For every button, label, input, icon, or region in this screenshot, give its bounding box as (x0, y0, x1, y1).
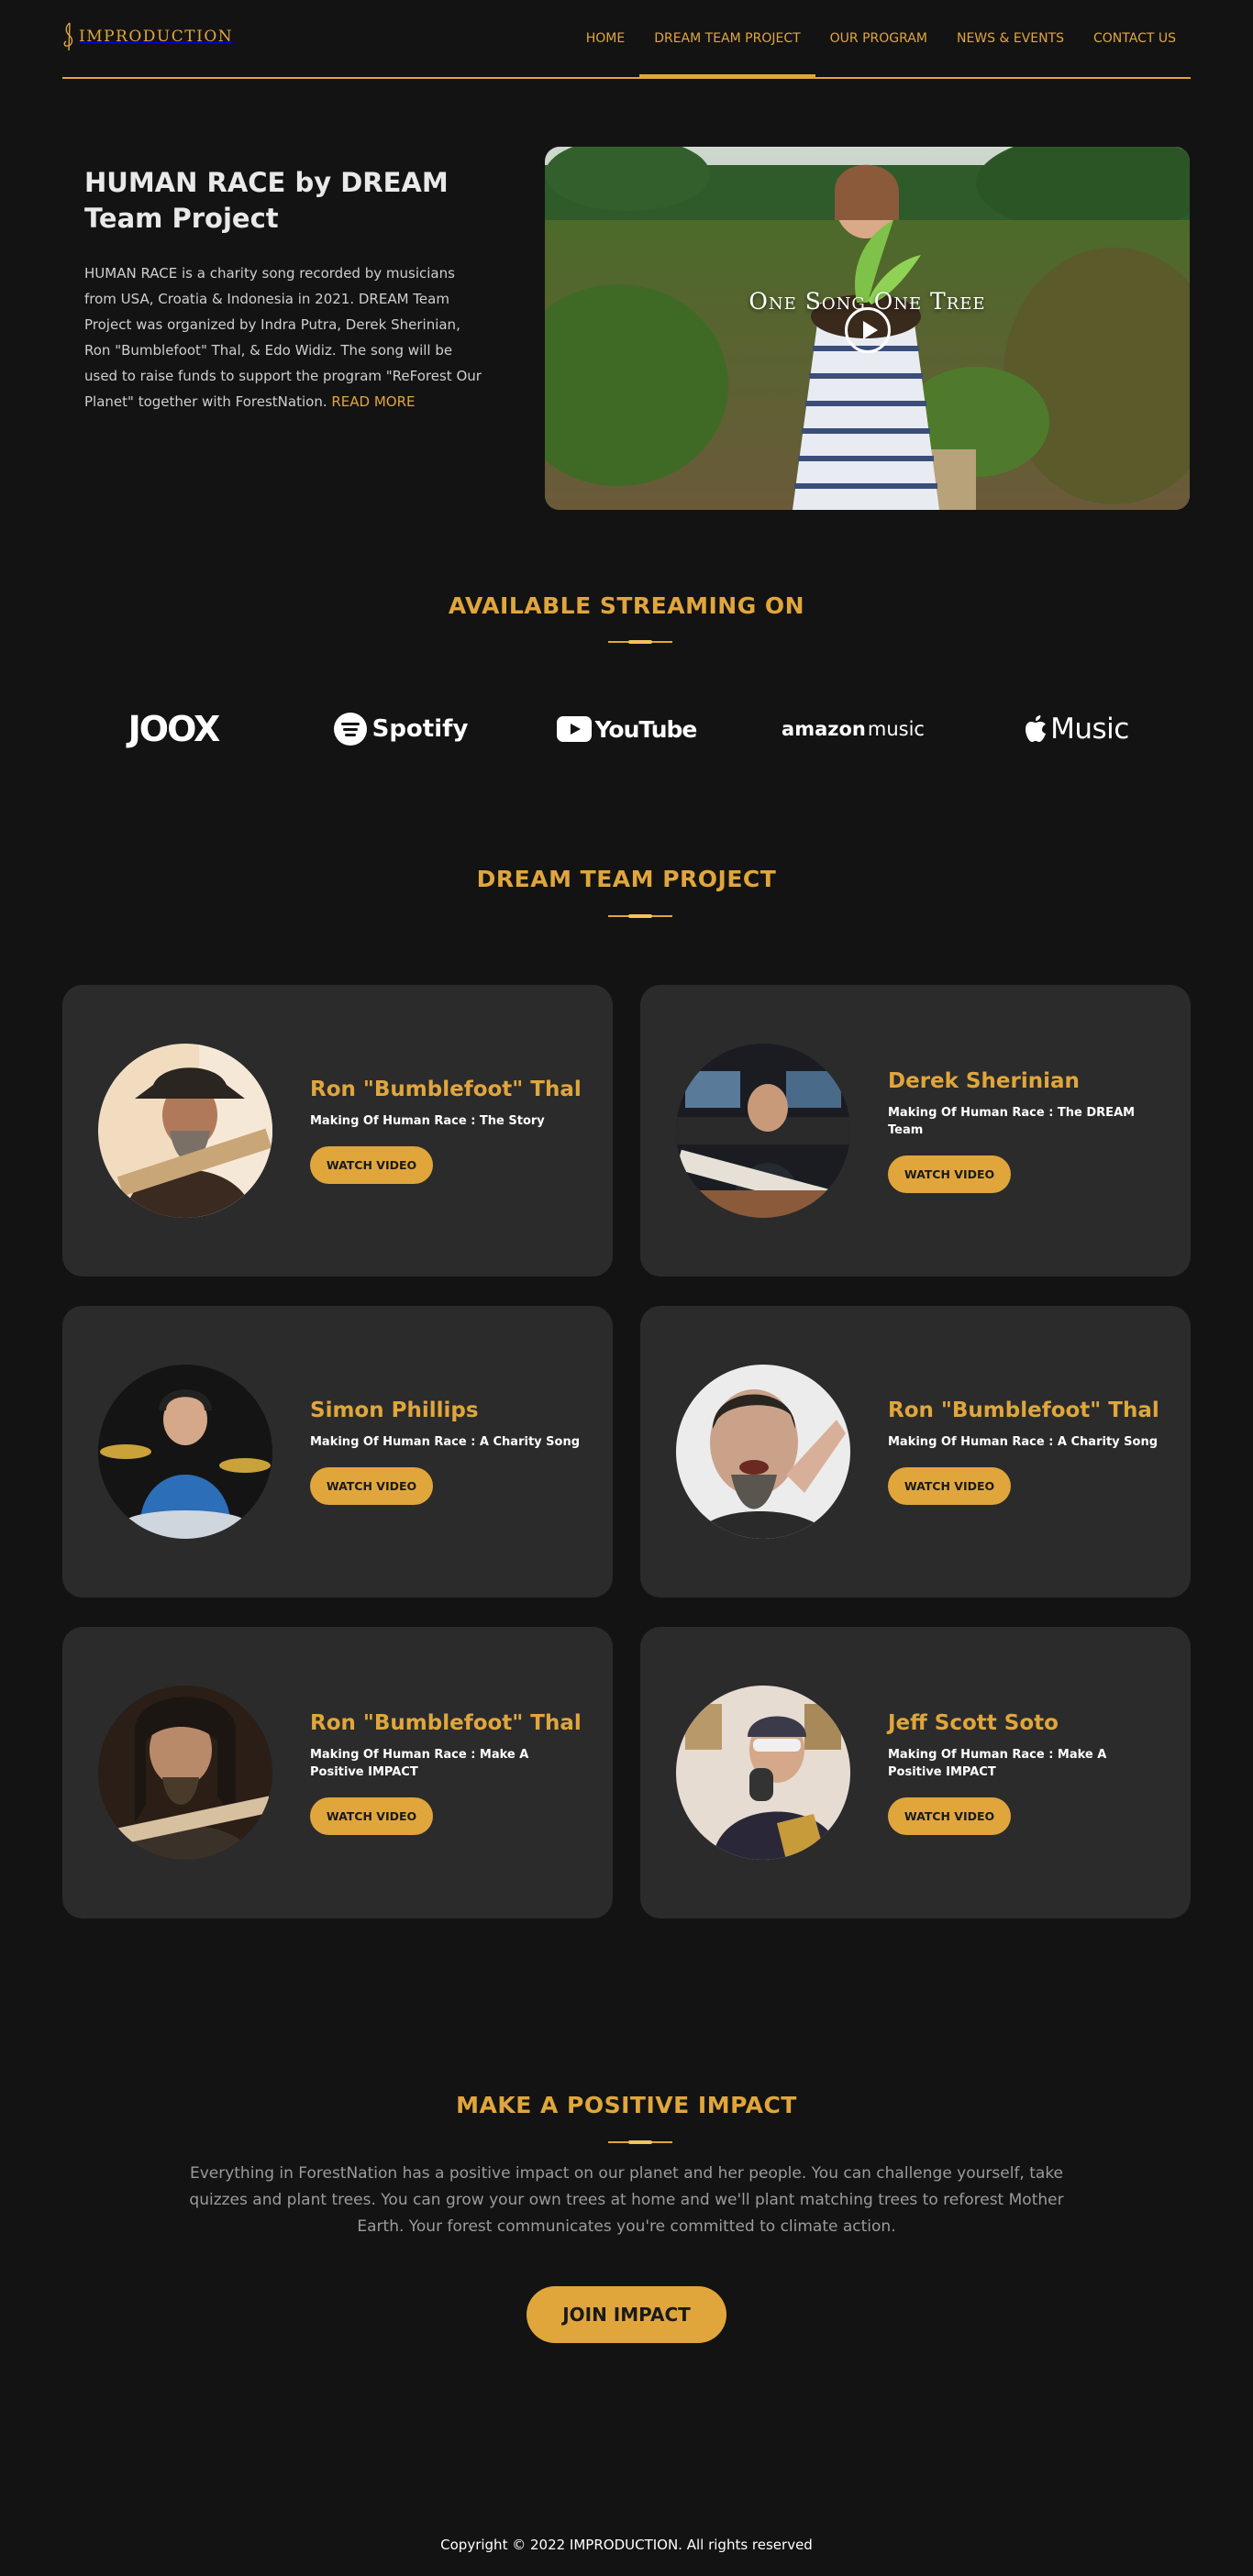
hero-description-text: HUMAN RACE is a charity song recorded by… (84, 265, 482, 410)
read-more-link[interactable]: READ MORE (331, 393, 415, 410)
spotify-logo[interactable]: Spotify (333, 706, 468, 752)
nav-item-home[interactable]: HOME (571, 0, 639, 77)
streaming-section-title: AVAILABLE STREAMING ON (448, 592, 805, 619)
card-name: Ron "Bumblefoot" Thal (310, 1078, 582, 1101)
card-name: Ron "Bumblefoot" Thal (888, 1399, 1159, 1422)
watch-video-button[interactable]: WATCH VIDEO (310, 1797, 433, 1835)
spotify-wordmark: Spotify (371, 715, 469, 743)
avatar (98, 1044, 272, 1218)
spotify-icon (333, 713, 367, 746)
logo-text: IMPRODUCTION (79, 28, 234, 46)
card-content: Derek Sherinian Making Of Human Race : T… (888, 985, 1163, 1277)
card-content: Ron "Bumblefoot" Thal Making Of Human Ra… (888, 1306, 1163, 1598)
youtube-logo[interactable]: YouTube (556, 706, 697, 752)
musician-photo (676, 1365, 850, 1539)
musician-photo (98, 1365, 272, 1539)
team-card: Ron "Bumblefoot" Thal Making Of Human Ra… (62, 985, 613, 1277)
play-circle-icon[interactable] (845, 307, 891, 353)
musician-photo (676, 1686, 850, 1860)
youtube-play-icon (556, 716, 592, 742)
treble-clef-icon (63, 22, 73, 51)
hero-title: HUMAN RACE by DREAM Team Project (84, 167, 449, 234)
youtube-wordmark: YouTube (594, 715, 698, 743)
impact-section-title: MAKE A POSITIVE IMPACT (456, 2092, 797, 2118)
musician-photo (676, 1044, 850, 1218)
joox-logo[interactable]: JOOX (123, 706, 224, 752)
card-subtitle: Making Of Human Race : Make A Positive I… (888, 1747, 1107, 1779)
avatar (98, 1365, 272, 1539)
site-logo[interactable]: IMPRODUCTION (62, 20, 233, 53)
apple-music-logo[interactable]: Music (1020, 706, 1134, 752)
card-content: Ron "Bumblefoot" Thal Making Of Human Ra… (310, 985, 585, 1277)
watch-video-button[interactable]: WATCH VIDEO (310, 1146, 433, 1184)
card-content: Ron "Bumblefoot" Thal Making Of Human Ra… (310, 1627, 585, 1918)
team-card: Derek Sherinian Making Of Human Race : T… (640, 985, 1191, 1277)
card-name: Derek Sherinian (888, 1068, 1080, 1093)
impact-description: Everything in ForestNation has a positiv… (189, 2164, 1064, 2236)
nav-menu: HOME DREAM TEAM PROJECT OUR PROGRAM NEWS… (571, 0, 1191, 77)
watch-video-button[interactable]: WATCH VIDEO (888, 1155, 1011, 1193)
nav-item-our-program[interactable]: OUR PROGRAM (815, 0, 942, 77)
musician-photo (98, 1686, 272, 1860)
dream-team-section-title: DREAM TEAM PROJECT (476, 866, 777, 892)
watch-video-button[interactable]: WATCH VIDEO (888, 1797, 1011, 1835)
nav-item-news-events[interactable]: NEWS & EVENTS (942, 0, 1079, 77)
amazon-music-logo[interactable]: amazon music (782, 706, 925, 752)
footer-copyright: Copyright © 2022 IMPRODUCTION. All right… (440, 2537, 813, 2553)
card-subtitle: Making Of Human Race : The DREAM Team (888, 1105, 1136, 1137)
watch-video-button[interactable]: WATCH VIDEO (310, 1467, 433, 1505)
watch-video-button[interactable]: WATCH VIDEO (888, 1467, 1011, 1505)
team-card: Simon Phillips Making Of Human Race : A … (62, 1306, 613, 1598)
amazon-wordmark: amazon (782, 718, 866, 740)
avatar (676, 1686, 850, 1860)
musician-photo (98, 1044, 272, 1218)
card-content: Simon Phillips Making Of Human Race : A … (310, 1306, 585, 1598)
team-card: Jeff Scott Soto Making Of Human Race : M… (640, 1627, 1191, 1918)
card-subtitle: Making Of Human Race : A Charity Song (310, 1435, 581, 1449)
card-name: Ron "Bumblefoot" Thal (310, 1710, 582, 1735)
join-impact-button[interactable]: JOIN IMPACT (527, 2286, 726, 2343)
card-name: Jeff Scott Soto (888, 1710, 1059, 1735)
card-name: Simon Phillips (310, 1399, 479, 1422)
section-divider (608, 640, 672, 644)
nav-item-dream-team-project[interactable]: DREAM TEAM PROJECT (639, 0, 816, 77)
section-divider (608, 2140, 672, 2144)
section-divider (608, 914, 672, 918)
music-wordmark: music (867, 718, 925, 740)
card-subtitle: Making Of Human Race : The Story (310, 1114, 545, 1128)
apple-music-wordmark: Music (1050, 713, 1129, 746)
avatar (676, 1044, 850, 1218)
card-subtitle: Making Of Human Race : A Charity Song (888, 1435, 1159, 1449)
card-subtitle: Making Of Human Race : Make A Positive I… (310, 1747, 529, 1779)
team-card: Ron "Bumblefoot" Thal Making Of Human Ra… (62, 1627, 613, 1918)
hero-description: HUMAN RACE is a charity song recorded by… (84, 260, 488, 415)
avatar (676, 1365, 850, 1539)
card-content: Jeff Scott Soto Making Of Human Race : M… (888, 1627, 1163, 1918)
nav-item-contact-us[interactable]: CONTACT US (1079, 0, 1191, 77)
avatar (98, 1686, 272, 1860)
top-navigation: IMPRODUCTION HOME DREAM TEAM PROJECT OUR… (62, 0, 1191, 79)
team-card: Ron "Bumblefoot" Thal Making Of Human Ra… (640, 1306, 1191, 1598)
apple-icon (1026, 715, 1047, 742)
